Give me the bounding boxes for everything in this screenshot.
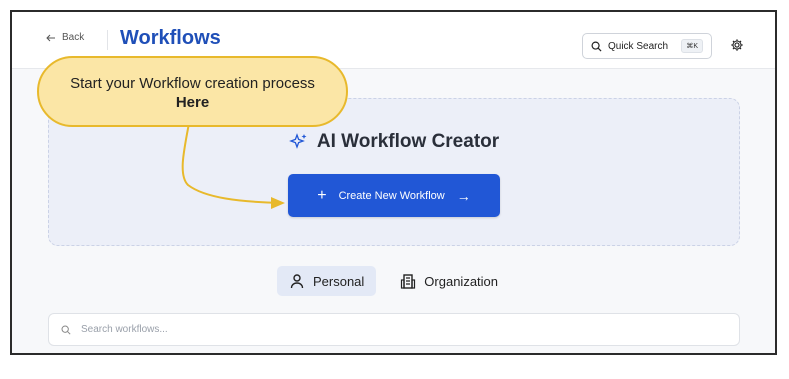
callout-text: Start your Workflow creation process: [70, 75, 315, 92]
tutorial-callout: Start your Workflow creation process Her…: [37, 56, 348, 127]
callout-emphasis: Here: [175, 94, 210, 111]
